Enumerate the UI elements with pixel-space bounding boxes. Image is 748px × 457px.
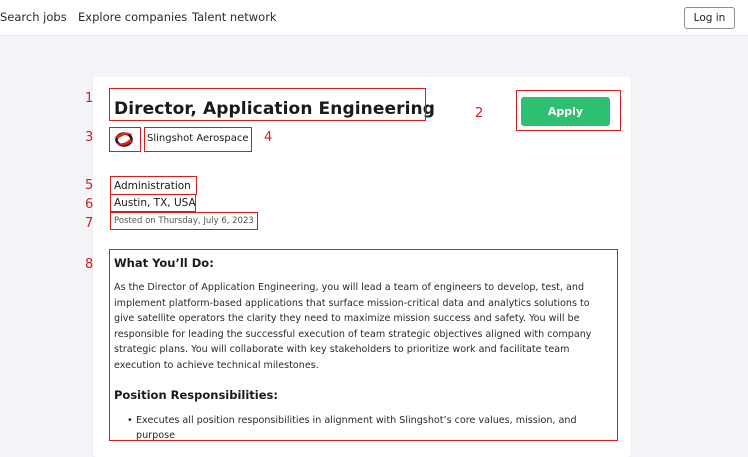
annotation-box-5	[110, 176, 197, 195]
annotation-label-6: 6	[85, 197, 94, 212]
annotation-label-2: 2	[475, 106, 484, 121]
annotation-label-1: 1	[85, 91, 94, 106]
annotation-box-3	[109, 127, 141, 152]
annotation-box-2	[516, 90, 621, 131]
annotation-label-5: 5	[85, 178, 94, 193]
nav-explore-companies[interactable]: Explore companies	[78, 10, 187, 24]
top-nav: Search jobs Explore companies Talent net…	[0, 0, 748, 36]
nav-talent-network[interactable]: Talent network	[192, 10, 277, 24]
annotation-box-6	[110, 194, 196, 212]
annotation-box-4	[144, 127, 252, 152]
login-button[interactable]: Log in	[684, 7, 735, 29]
annotation-box-1	[109, 88, 426, 121]
annotation-box-8	[109, 249, 618, 441]
annotation-label-4: 4	[264, 130, 273, 145]
annotation-label-3: 3	[85, 130, 94, 145]
nav-search-jobs[interactable]: Search jobs	[0, 10, 67, 24]
annotation-label-7: 7	[85, 216, 94, 231]
annotation-label-8: 8	[85, 257, 94, 272]
annotation-box-7	[110, 212, 258, 230]
